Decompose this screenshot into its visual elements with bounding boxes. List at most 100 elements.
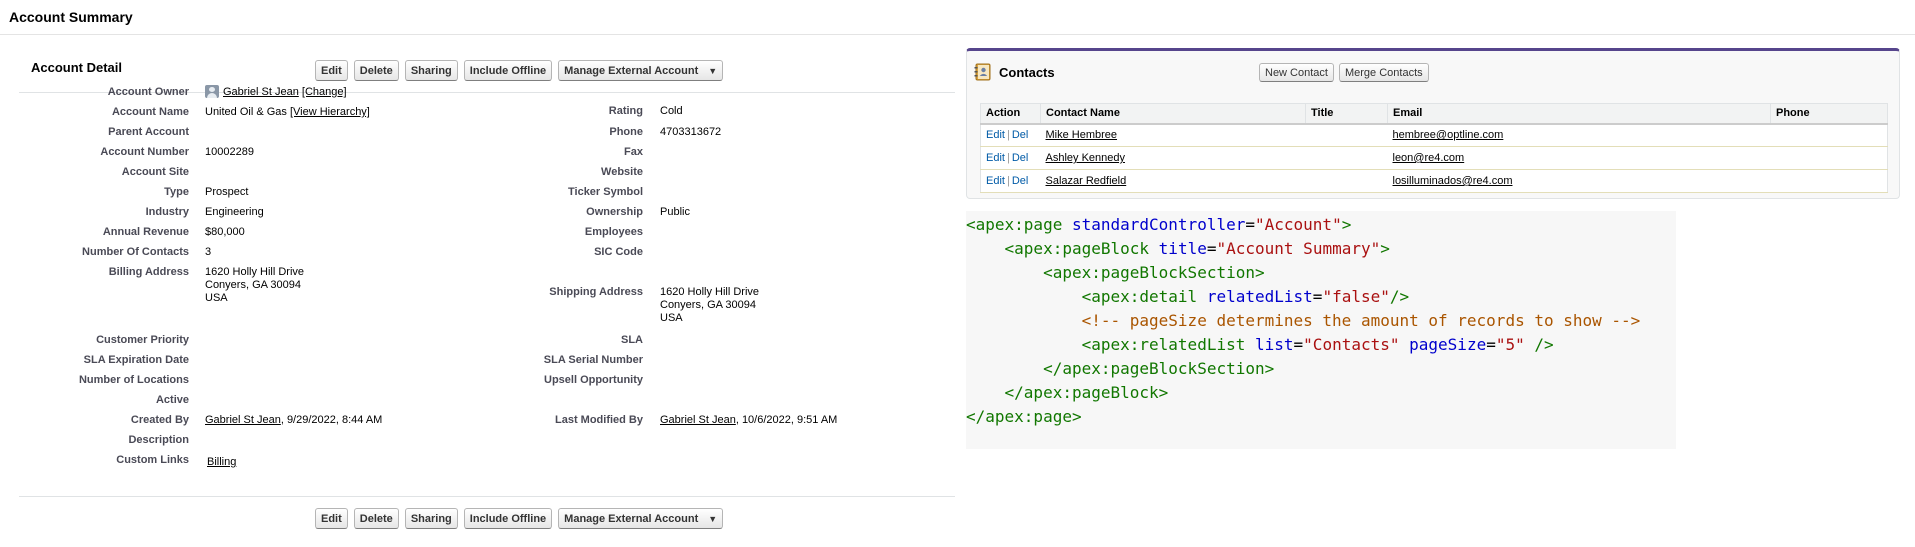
field-label-sic-code: SIC Code [594, 246, 643, 258]
page-title: Account Summary [9, 9, 133, 25]
sharing-button[interactable]: Sharing [404, 508, 458, 529]
account-name-text: United Oil & Gas [205, 106, 287, 118]
manage-external-account-button[interactable]: Manage External Account ▼ [558, 508, 724, 529]
include-offline-button[interactable]: Include Offline [463, 60, 553, 81]
code-line: <apex:detail relatedList="false"/> [1081, 287, 1410, 306]
contact-name-link[interactable]: Mike Hembree [1046, 129, 1118, 141]
contacts-button-row: New Contact Merge Contacts [1259, 63, 1429, 85]
field-label-active: Active [155, 394, 189, 406]
contact-name-cell: Salazar Redfield [1040, 169, 1306, 193]
contacts-title: Contacts [999, 65, 1055, 80]
contacts-book-icon [974, 63, 991, 81]
edit-button[interactable]: Edit [315, 60, 348, 81]
contact-title-cell [1305, 169, 1388, 193]
delete-button[interactable]: Delete [353, 508, 399, 529]
column-header-contact-name[interactable]: Contact Name [1040, 103, 1306, 125]
billing-address-line: Conyers, GA 30094 [205, 279, 302, 291]
detail-button-row-bottom: Edit Delete Sharing Include Offline Mana… [315, 508, 724, 530]
field-label-number-of-locations: Number of Locations [78, 374, 189, 386]
edit-link[interactable]: Edit [986, 129, 1005, 141]
field-value-account-name: United Oil & Gas [View Hierarchy] [205, 106, 370, 119]
last-modified-user-link[interactable]: Gabriel St Jean [660, 414, 736, 426]
code-line: </apex:pageBlock> [1004, 383, 1169, 402]
field-label-sla-expiration-date: SLA Expiration Date [83, 354, 189, 366]
last-modified-date: , 10/6/2022, 9:51 AM [735, 414, 838, 426]
code-line: <apex:relatedList list="Contacts" pageSi… [1081, 335, 1554, 354]
field-label-phone: Phone [609, 126, 643, 138]
contact-name-cell: Ashley Kennedy [1040, 146, 1306, 170]
field-value-phone: 4703313672 [660, 126, 722, 138]
field-value-billing-address: 1620 Holly Hill Drive Conyers, GA 30094 … [205, 266, 304, 305]
field-label-employees: Employees [584, 226, 643, 238]
contact-email-link[interactable]: losilluminados@re4.com [1393, 175, 1513, 187]
contact-name-link[interactable]: Salazar Redfield [1046, 175, 1127, 187]
caret-down-icon: ▼ [708, 513, 718, 524]
field-value-industry: Engineering [205, 206, 264, 218]
edit-link[interactable]: Edit [986, 152, 1005, 164]
divider [19, 496, 955, 497]
edit-button[interactable]: Edit [315, 508, 348, 529]
table-row: Edit | Del Mike Hembree hembree@optline.co… [980, 123, 1888, 147]
contact-email-cell: leon@re4.com [1387, 146, 1771, 170]
field-value-account-owner: Gabriel St Jean [Change] [205, 85, 347, 99]
field-value-ownership: Public [660, 206, 690, 218]
del-link[interactable]: Del [1012, 152, 1029, 164]
page-header: Account Summary [0, 0, 1915, 35]
owner-link[interactable]: Gabriel St Jean [223, 86, 299, 98]
field-label-industry: Industry [145, 206, 189, 218]
contact-title-cell [1305, 123, 1388, 147]
field-label-shipping-address: Shipping Address [549, 286, 643, 298]
account-detail-title: Account Detail [31, 60, 123, 75]
billing-link[interactable]: Billing [207, 456, 236, 468]
code-line: <!-- pageSize determines the amount of r… [1081, 311, 1641, 330]
field-value-account-number: 10002289 [205, 146, 254, 158]
sharing-button[interactable]: Sharing [404, 60, 458, 81]
field-label-website: Website [601, 166, 643, 178]
field-label-number-of-contacts: Number Of Contacts [82, 246, 189, 258]
manage-external-account-label: Manage External Account [564, 64, 699, 77]
field-label-account-owner: Account Owner [107, 86, 189, 98]
contact-email-link[interactable]: leon@re4.com [1393, 152, 1465, 164]
column-header-email[interactable]: Email [1387, 103, 1771, 125]
code-line: </apex:page> [966, 407, 1082, 426]
created-by-date: , 9/29/2022, 8:44 AM [280, 414, 383, 426]
new-contact-button[interactable]: New Contact [1259, 63, 1334, 82]
shipping-address-line: USA [660, 312, 683, 324]
field-label-ownership: Ownership [586, 206, 643, 218]
del-link[interactable]: Del [1012, 175, 1029, 187]
manage-external-account-button[interactable]: Manage External Account ▼ [558, 60, 724, 81]
contact-name-link[interactable]: Ashley Kennedy [1046, 152, 1126, 164]
field-value-type: Prospect [205, 186, 249, 198]
edit-link[interactable]: Edit [986, 175, 1005, 187]
contact-email-cell: hembree@optline.com [1387, 123, 1771, 147]
code-line: </apex:pageBlockSection> [1043, 359, 1275, 378]
contact-phone-cell [1770, 146, 1888, 170]
contact-email-link[interactable]: hembree@optline.com [1393, 129, 1504, 141]
field-value-created-by: Gabriel St Jean, 9/29/2022, 8:44 AM [205, 414, 382, 427]
contact-phone-cell [1770, 169, 1888, 193]
view-hierarchy-link[interactable]: [View Hierarchy] [290, 106, 370, 118]
include-offline-button[interactable]: Include Offline [463, 508, 553, 529]
account-detail-section: Account Detail Edit Delete Sharing Inclu… [19, 50, 955, 547]
row-actions: Edit | Del [980, 169, 1041, 193]
field-label-sla-serial-number: SLA Serial Number [543, 354, 643, 366]
column-header-title[interactable]: Title [1305, 103, 1388, 125]
caret-down-icon: ▼ [708, 65, 718, 76]
delete-button[interactable]: Delete [353, 60, 399, 81]
row-actions: Edit | Del [980, 146, 1041, 170]
table-header-row: Action Contact Name Title Email Phone [980, 103, 1888, 125]
del-link[interactable]: Del [1012, 129, 1029, 141]
column-header-phone[interactable]: Phone [1770, 103, 1888, 125]
code-line: <apex:pageBlock title="Account Summary"> [1004, 239, 1390, 258]
merge-contacts-button[interactable]: Merge Contacts [1338, 63, 1429, 82]
created-by-user-link[interactable]: Gabriel St Jean [205, 414, 281, 426]
field-label-billing-address: Billing Address [108, 266, 189, 278]
field-value-rating: Cold [660, 105, 683, 117]
field-label-custom-links: Custom Links [116, 454, 189, 466]
action-separator: | [1006, 129, 1010, 142]
field-label-customer-priority: Customer Priority [96, 334, 189, 346]
field-value-number-of-contacts: 3 [205, 246, 212, 258]
change-owner-link[interactable]: [Change] [302, 86, 347, 98]
contact-email-cell: losilluminados@re4.com [1387, 169, 1771, 193]
action-separator: | [1006, 175, 1010, 187]
